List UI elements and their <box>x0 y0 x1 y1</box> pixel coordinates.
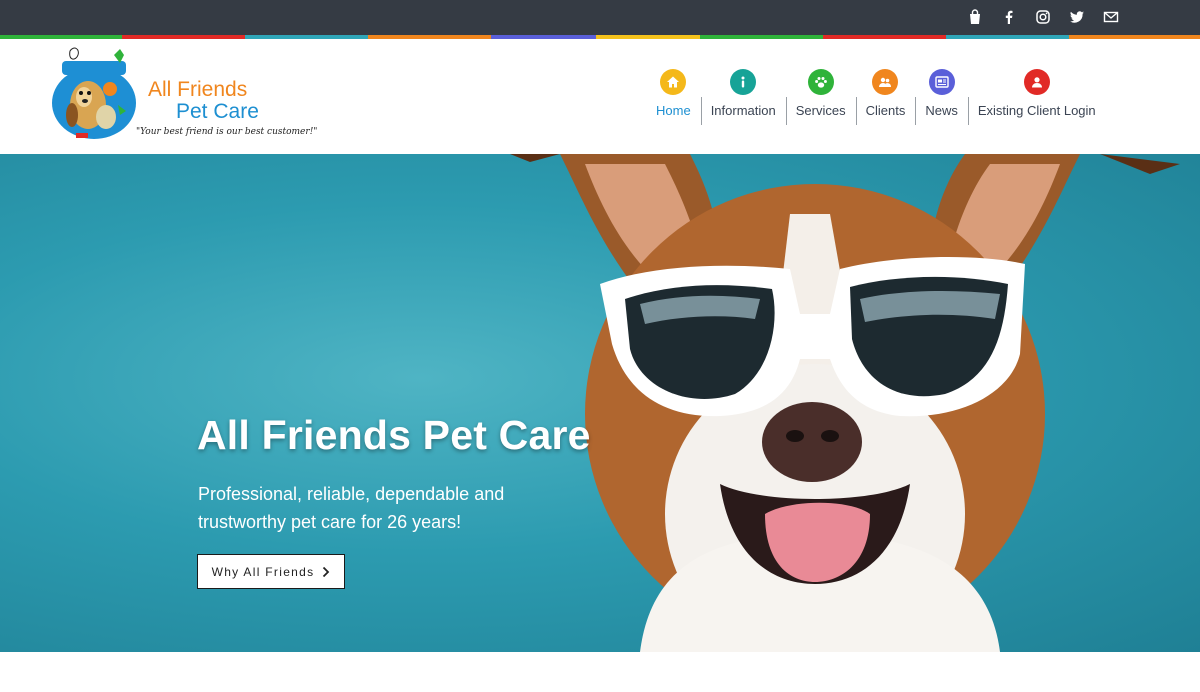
why-all-friends-button[interactable]: Why All Friends <box>197 554 345 589</box>
facebook-icon[interactable] <box>1000 8 1018 26</box>
clients-icon <box>872 69 899 95</box>
paw-icon <box>807 69 834 95</box>
hero-title: All Friends Pet Care <box>197 412 591 458</box>
nav-item-services[interactable]: Services <box>785 69 856 125</box>
nav-label: Clients <box>865 103 906 118</box>
chevron-right-icon <box>323 566 330 577</box>
nav-item-news[interactable]: News <box>915 69 968 125</box>
nav-item-client-login[interactable]: Existing Client Login <box>967 69 1106 125</box>
button-label: Why All Friends <box>211 564 315 579</box>
top-bar <box>0 0 1200 35</box>
home-icon <box>660 69 687 95</box>
site-header: All Friends Pet Care "Your best friend i… <box>0 39 1200 154</box>
site-logo[interactable]: All Friends Pet Care "Your best friend i… <box>48 45 317 145</box>
logo-fishbowl-icon <box>52 47 136 139</box>
instagram-icon[interactable] <box>1034 8 1052 26</box>
hero-section: All Friends Pet Care Professional, relia… <box>0 154 1200 652</box>
nav-item-information[interactable]: Information <box>700 69 786 125</box>
info-icon <box>730 69 757 95</box>
nav-item-home[interactable]: Home <box>646 69 701 118</box>
nav-item-clients[interactable]: Clients <box>855 69 916 125</box>
social-links <box>966 8 1120 26</box>
twitter-icon[interactable] <box>1068 8 1086 26</box>
email-icon[interactable] <box>1102 8 1120 26</box>
news-icon <box>928 69 955 95</box>
hero-subtitle: Professional, reliable, dependable and t… <box>198 484 505 532</box>
nav-label: Home <box>656 103 691 118</box>
logo-title-line1: All Friends <box>148 78 248 101</box>
hero-dog-image <box>510 154 1180 652</box>
user-icon <box>1023 69 1050 95</box>
nav-label: Services <box>795 103 846 118</box>
logo-title-line2: Pet Care <box>176 100 259 123</box>
nav-label: News <box>925 103 958 118</box>
shopping-bag-icon[interactable] <box>966 8 984 26</box>
logo-tagline: "Your best friend is our best customer!" <box>136 127 318 137</box>
main-nav: Home Information Services Clients News E… <box>646 69 1106 125</box>
nav-label: Information <box>710 103 776 118</box>
page-content-start <box>0 652 1200 692</box>
nav-label: Existing Client Login <box>977 103 1096 118</box>
